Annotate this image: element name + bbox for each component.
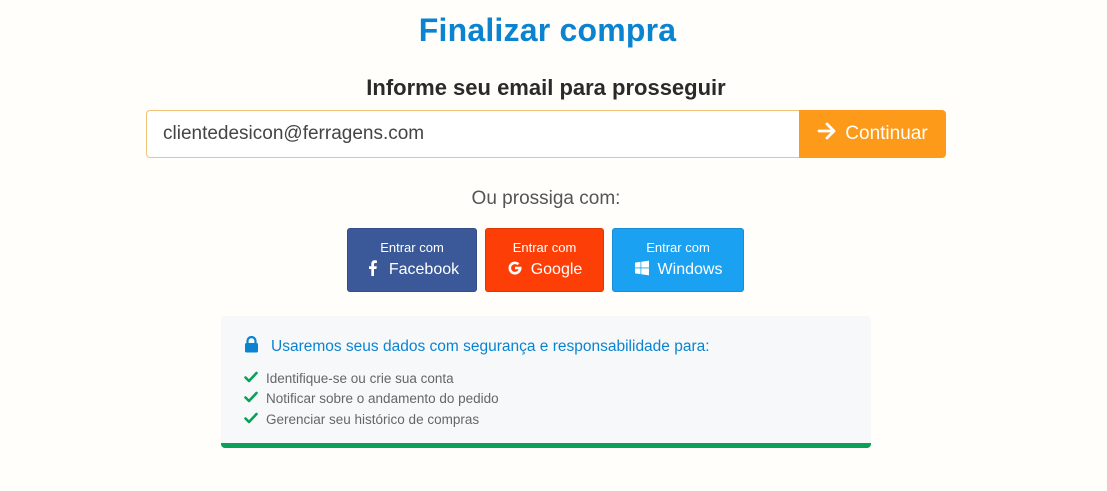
privacy-info-box: Usaremos seus dados com segurança e resp… — [221, 316, 871, 448]
windows-login-label: Windows — [657, 261, 723, 278]
check-icon — [244, 371, 258, 386]
windows-login-prefix: Entrar com — [646, 239, 710, 255]
google-login-prefix: Entrar com — [512, 239, 577, 255]
page-subtitle: Informe seu email para prosseguir — [366, 75, 726, 100]
check-icon — [244, 391, 258, 406]
list-item: Gerenciar seu histórico de compras — [244, 409, 499, 430]
lock-icon — [244, 335, 259, 358]
privacy-item-text: Gerenciar seu histórico de compras — [266, 411, 480, 427]
continue-button-label: Continuar — [845, 123, 928, 144]
page-title: Finalizar compra — [418, 12, 677, 48]
google-icon — [507, 260, 523, 281]
privacy-heading: Usaremos seus dados com segurança e resp… — [271, 338, 710, 355]
google-login-label: Google — [530, 261, 583, 278]
email-form: Continuar — [146, 110, 946, 158]
facebook-icon — [365, 259, 381, 281]
google-login-button[interactable]: Entrar com Google — [485, 228, 604, 292]
continue-button[interactable]: Continuar — [799, 110, 946, 158]
facebook-login-button[interactable]: Entrar com Facebook — [347, 228, 477, 292]
email-input[interactable] — [146, 110, 799, 158]
privacy-item-text: Notificar sobre o andamento do pedido — [266, 391, 499, 407]
privacy-item-text: Identifique-se ou crie sua conta — [266, 370, 454, 386]
facebook-login-prefix: Entrar com — [380, 239, 444, 255]
list-item: Identifique-se ou crie sua conta — [244, 368, 499, 389]
windows-login-button[interactable]: Entrar com Windows — [612, 228, 744, 292]
privacy-list: Identifique-se ou crie sua conta Notific… — [244, 368, 499, 430]
windows-icon — [634, 260, 650, 281]
arrow-right-icon — [817, 121, 837, 147]
list-item: Notificar sobre o andamento do pedido — [244, 389, 499, 410]
check-icon — [244, 412, 258, 427]
facebook-login-label: Facebook — [388, 261, 460, 278]
social-prompt: Ou prossiga com: — [471, 188, 621, 209]
